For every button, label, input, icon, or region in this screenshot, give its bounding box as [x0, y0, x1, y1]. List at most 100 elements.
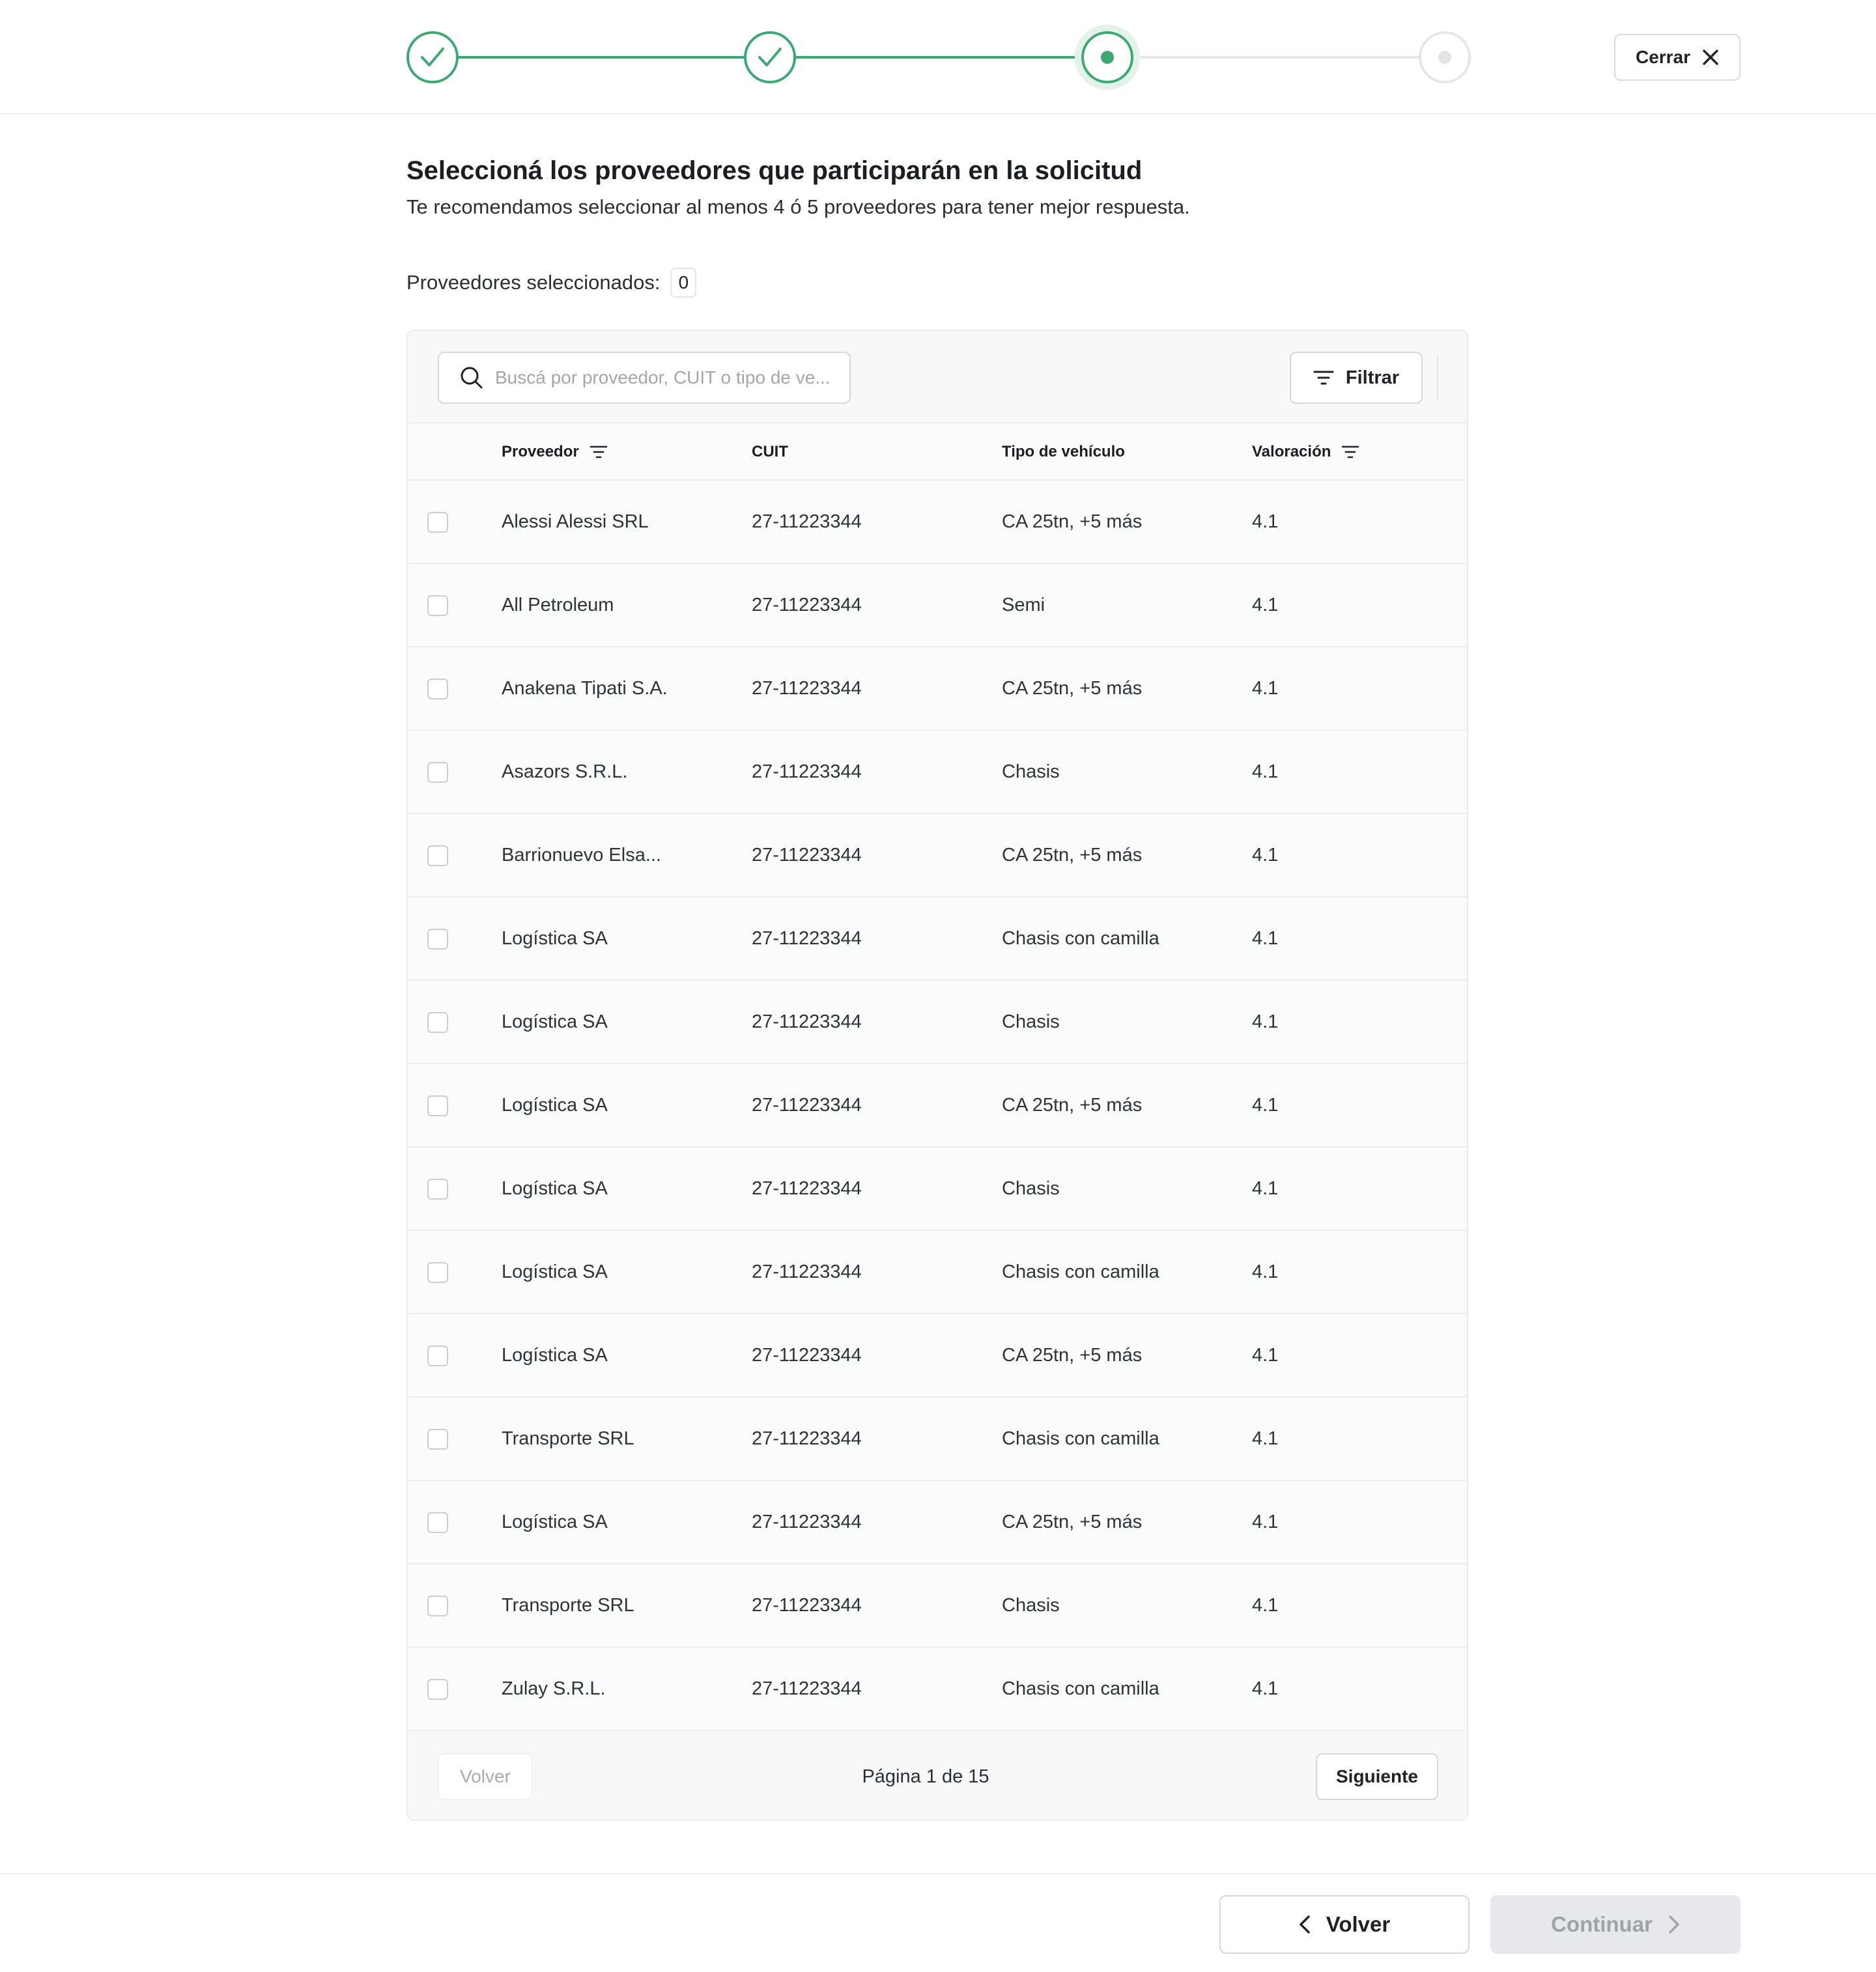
row-checkbox[interactable] [427, 1596, 448, 1616]
cell-tipo: Chasis [1002, 1011, 1060, 1032]
cell-proveedor: Barrionuevo Elsa... [502, 844, 662, 866]
row-checkbox[interactable] [427, 1345, 448, 1366]
cell-proveedor: Logística SA [502, 1094, 608, 1116]
row-checkbox[interactable] [427, 929, 448, 950]
search-box[interactable] [438, 352, 851, 404]
cell-valoracion: 4.1 [1252, 761, 1279, 782]
table-row[interactable]: Anakena Tipati S.A. 27-11223344 CA 25tn, +… [408, 647, 1467, 731]
cell-cuit: 27-11223344 [752, 594, 862, 615]
cell-proveedor: Alessi Alessi SRL [502, 511, 649, 532]
cell-cuit: 27-11223344 [752, 1594, 862, 1616]
selected-providers-label: Proveedores seleccionados: [406, 271, 661, 294]
row-checkbox[interactable] [427, 1179, 448, 1200]
table-row[interactable]: Logística SA 27-11223344 Chasis 4.1 [408, 1148, 1467, 1231]
step-connector-2 [796, 56, 1081, 59]
cell-tipo: CA 25tn, +5 más [1002, 677, 1143, 699]
column-header-tipo: Tipo de vehículo [1002, 423, 1125, 481]
search-input[interactable] [495, 367, 834, 388]
table-row[interactable]: Zulay S.R.L. 27-11223344 Chasis con camill… [408, 1648, 1467, 1731]
cell-cuit: 27-11223344 [752, 1011, 862, 1032]
row-checkbox[interactable] [427, 679, 448, 699]
table-header: Proveedor CUIT Tipo de vehículo Valoraci… [408, 423, 1467, 481]
pagination-next-button[interactable]: Siguiente [1316, 1753, 1438, 1800]
cell-tipo: Chasis con camilla [1002, 1428, 1159, 1449]
cell-tipo: Chasis con camilla [1002, 1678, 1159, 1699]
table-row[interactable]: Barrionuevo Elsa... 27-11223344 CA 25tn, +… [408, 814, 1467, 897]
table-body: Alessi Alessi SRL 27-11223344 CA 25tn, +5 … [408, 481, 1467, 1731]
progress-stepper [406, 31, 1471, 83]
cell-proveedor: Zulay S.R.L. [502, 1678, 606, 1699]
pagination: Volver Página 1 de 15 Siguiente [408, 1731, 1467, 1820]
sort-icon[interactable] [1341, 445, 1359, 459]
close-button-label: Cerrar [1635, 47, 1691, 67]
table-row[interactable]: Logística SA 27-11223344 Chasis 4.1 [408, 981, 1467, 1064]
continue-button[interactable]: Continuar [1490, 1895, 1741, 1954]
cell-valoracion: 4.1 [1252, 1261, 1279, 1282]
cell-tipo: Chasis con camilla [1002, 1261, 1159, 1282]
cell-valoracion: 4.1 [1252, 1011, 1279, 1032]
cell-tipo: Chasis [1002, 1177, 1060, 1199]
sort-icon[interactable] [590, 445, 608, 459]
cell-valoracion: 4.1 [1252, 927, 1279, 949]
table-row[interactable]: All Petroleum 27-11223344 Semi 4.1 [408, 564, 1467, 647]
toolbar-divider [1437, 354, 1438, 401]
pagination-status: Página 1 de 15 [862, 1766, 989, 1787]
cell-tipo: CA 25tn, +5 más [1002, 844, 1143, 866]
cell-cuit: 27-11223344 [752, 1428, 862, 1449]
selected-count-badge: 0 [670, 268, 697, 298]
column-header-cuit: CUIT [752, 423, 788, 481]
table-row[interactable]: Logística SA 27-11223344 Chasis con camill… [408, 1231, 1467, 1314]
continue-button-label: Continuar [1551, 1912, 1653, 1936]
cell-valoracion: 4.1 [1252, 1428, 1279, 1449]
cell-proveedor: Transporte SRL [502, 1428, 634, 1449]
column-header-proveedor[interactable]: Proveedor [502, 423, 608, 481]
cell-cuit: 27-11223344 [752, 1177, 862, 1199]
pending-step-dot [1438, 51, 1451, 64]
row-checkbox[interactable] [427, 762, 448, 783]
cell-cuit: 27-11223344 [752, 1261, 862, 1282]
row-checkbox[interactable] [427, 1429, 448, 1450]
filter-button[interactable]: Filtrar [1290, 352, 1423, 404]
step-2 [744, 31, 796, 83]
cell-tipo: CA 25tn, +5 más [1002, 1344, 1143, 1366]
column-header-cuit-label: CUIT [752, 443, 788, 460]
cell-proveedor: Logística SA [502, 1011, 608, 1032]
cell-valoracion: 4.1 [1252, 677, 1279, 699]
row-checkbox[interactable] [427, 1679, 448, 1700]
row-checkbox[interactable] [427, 512, 448, 533]
row-checkbox[interactable] [427, 1262, 448, 1283]
row-checkbox[interactable] [427, 1012, 448, 1033]
back-button[interactable]: Volver [1219, 1895, 1470, 1954]
selected-providers: Proveedores seleccionados: 0 [406, 267, 697, 298]
table-row[interactable]: Asazors S.R.L. 27-11223344 Chasis 4.1 [408, 731, 1467, 814]
table-row[interactable]: Logística SA 27-11223344 CA 25tn, +5 más 4.… [408, 1481, 1467, 1564]
row-checkbox[interactable] [427, 1095, 448, 1116]
cell-proveedor: Logística SA [502, 1344, 608, 1366]
cell-valoracion: 4.1 [1252, 1678, 1279, 1699]
table-row[interactable]: Logística SA 27-11223344 CA 25tn, +5 más 4.… [408, 1064, 1467, 1148]
filter-icon [1313, 371, 1334, 385]
step-1 [406, 31, 459, 83]
row-checkbox[interactable] [427, 845, 448, 866]
check-icon [758, 48, 782, 66]
chevron-left-icon [1300, 1915, 1310, 1934]
current-step-dot [1101, 51, 1114, 64]
cell-cuit: 27-11223344 [752, 1094, 862, 1116]
filter-button-label: Filtrar [1345, 367, 1400, 388]
step-connector-3 [1133, 56, 1419, 59]
top-bar: Cerrar [0, 0, 1876, 115]
close-button[interactable]: Cerrar [1614, 34, 1741, 81]
cell-cuit: 27-11223344 [752, 927, 862, 949]
table-row[interactable]: Transporte SRL 27-11223344 Chasis con cami… [408, 1398, 1467, 1481]
table-row[interactable]: Alessi Alessi SRL 27-11223344 CA 25tn, +5 … [408, 481, 1467, 564]
table-row[interactable]: Transporte SRL 27-11223344 Chasis 4.1 [408, 1564, 1467, 1648]
column-header-valoracion[interactable]: Valoración [1252, 423, 1359, 481]
row-checkbox[interactable] [427, 1512, 448, 1533]
cell-valoracion: 4.1 [1252, 1511, 1279, 1532]
table-row[interactable]: Logística SA 27-11223344 CA 25tn, +5 más 4.… [408, 1314, 1467, 1398]
cell-tipo: Chasis con camilla [1002, 927, 1159, 949]
cell-tipo: CA 25tn, +5 más [1002, 1511, 1143, 1532]
row-checkbox[interactable] [427, 595, 448, 616]
table-toolbar: Filtrar [408, 331, 1467, 423]
table-row[interactable]: Logística SA 27-11223344 Chasis con camill… [408, 897, 1467, 981]
